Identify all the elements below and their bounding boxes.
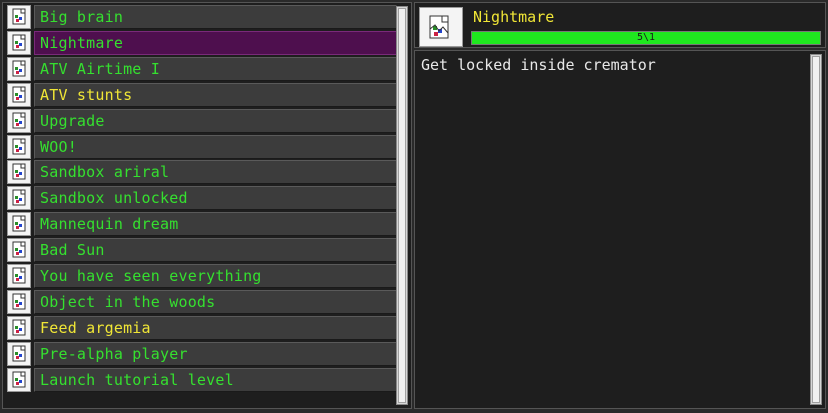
achievement-label: Bad Sun [40,241,105,259]
achievement-label: Object in the woods [40,293,216,311]
achievement-description: Get locked inside cremator [421,56,656,74]
achievement-row-background [34,135,397,159]
achievement-row[interactable]: Sandbox unlocked [5,186,397,210]
achievement-row[interactable]: Bad Sun [5,238,397,262]
achievement-title: Nightmare [473,8,555,26]
broken-image-icon [7,135,31,159]
achievement-row[interactable]: ATV stunts [5,83,397,107]
achievement-label: Pre-alpha player [40,345,188,363]
broken-image-icon [7,57,31,81]
broken-image-icon [7,186,31,210]
description-scrollbar[interactable] [810,54,822,405]
broken-image-icon [7,83,31,107]
achievement-label: Launch tutorial level [40,371,234,389]
broken-image-icon [7,264,31,288]
achievement-label: WOO! [40,138,77,156]
broken-image-icon [7,212,31,236]
achievement-list-panel: Big brain Nightmare ATV Airtime I ATV stunt… [2,2,412,409]
achievement-label: You have seen everything [40,267,262,285]
achievement-row[interactable]: Nightmare [5,31,397,55]
broken-image-icon [7,368,31,392]
achievement-label: Mannequin dream [40,215,179,233]
broken-image-icon [7,316,31,340]
achievement-label: Nightmare [40,34,124,52]
achievement-label: ATV Airtime I [40,60,160,78]
broken-image-icon [7,31,31,55]
achievement-row[interactable]: Feed argemia [5,316,397,340]
detail-header: Nightmare 5\1 [414,2,826,48]
achievement-progress-bar: 5\1 [471,31,821,45]
achievement-row[interactable]: Pre-alpha player [5,342,397,366]
achievement-row[interactable]: Sandbox ariral [5,160,397,184]
achievement-label: Sandbox ariral [40,163,170,181]
achievement-row[interactable]: Upgrade [5,109,397,133]
achievement-row[interactable]: Launch tutorial level [5,368,397,392]
broken-image-icon [7,342,31,366]
broken-image-icon [7,5,31,29]
description-box: Get locked inside cremator [414,50,826,409]
achievement-label: Feed argemia [40,319,151,337]
achievement-row[interactable]: ATV Airtime I [5,57,397,81]
achievement-row[interactable]: Mannequin dream [5,212,397,236]
broken-image-icon [419,7,463,47]
broken-image-icon [7,290,31,314]
achievement-label: Big brain [40,8,124,26]
achievement-row[interactable]: You have seen everything [5,264,397,288]
scrollbar-thumb[interactable] [812,56,820,403]
achievement-label: Sandbox unlocked [40,189,188,207]
broken-image-icon [7,109,31,133]
achievement-label: Upgrade [40,112,105,130]
achievement-label: ATV stunts [40,86,133,104]
achievement-row[interactable]: Object in the woods [5,290,397,314]
broken-image-icon [7,238,31,262]
achievement-detail-panel: Nightmare 5\1 Get locked inside cremator [414,2,826,409]
scrollbar-thumb[interactable] [398,8,406,403]
achievement-list-scrollbar[interactable] [396,6,408,405]
broken-image-icon [7,160,31,184]
progress-text: 5\1 [636,32,656,43]
achievement-row[interactable]: WOO! [5,135,397,159]
achievement-row[interactable]: Big brain [5,5,397,29]
